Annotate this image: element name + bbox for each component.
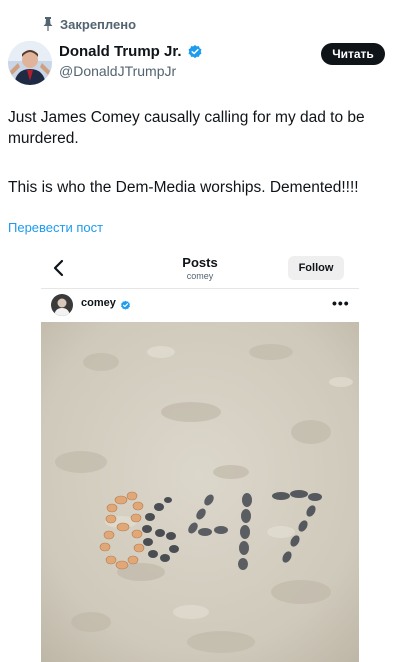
embedded-posts-title: Posts bbox=[182, 255, 218, 270]
pinned-label: Закреплено bbox=[60, 16, 137, 32]
embedded-posts-subtitle: comey bbox=[186, 271, 214, 281]
tweet-text-line-1: Just James Comey causally calling for my… bbox=[8, 109, 365, 147]
embedded-user-row: comey bbox=[81, 297, 131, 310]
pinned-indicator: Закреплено bbox=[42, 15, 136, 33]
verified-badge-icon bbox=[187, 44, 203, 60]
sand-photo bbox=[41, 322, 359, 662]
back-arrow-icon bbox=[51, 258, 67, 278]
author-avatar[interactable] bbox=[8, 41, 52, 85]
read-button[interactable]: Читать bbox=[321, 43, 385, 65]
more-options-icon: ••• bbox=[332, 295, 350, 311]
embedded-avatar bbox=[51, 294, 73, 316]
embedded-verified-icon bbox=[120, 298, 131, 310]
embedded-divider bbox=[41, 288, 359, 289]
pin-icon bbox=[42, 16, 54, 32]
embedded-username: comey bbox=[81, 297, 116, 309]
author-name-row: Donald Trump Jr. bbox=[59, 43, 203, 60]
embedded-post-image[interactable]: Posts comey Follow comey ••• bbox=[41, 250, 359, 662]
embedded-follow-button: Follow bbox=[288, 256, 344, 280]
author-handle[interactable]: @DonaldJTrumpJr bbox=[59, 63, 176, 79]
translate-post-link[interactable]: Перевести пост bbox=[8, 220, 103, 235]
author-name[interactable]: Donald Trump Jr. bbox=[59, 43, 182, 60]
tweet-text-line-2: This is who the Dem-Media worships. Deme… bbox=[8, 179, 359, 196]
